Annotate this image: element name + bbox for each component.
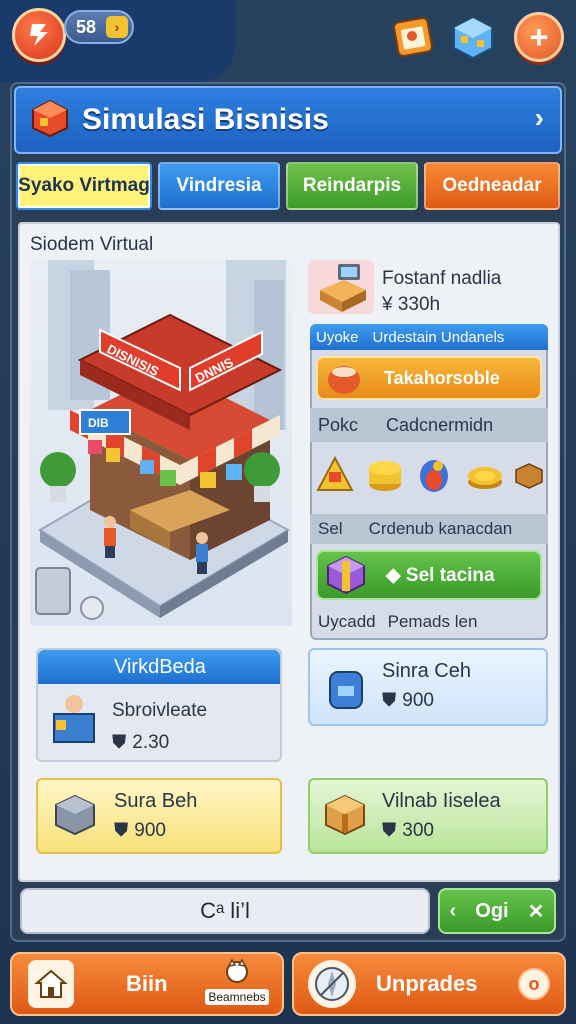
sell-button[interactable]: ◆ Sel tacina bbox=[316, 550, 542, 600]
card-price-row: ⛊ 900 bbox=[382, 690, 434, 712]
register-icon[interactable] bbox=[308, 260, 374, 314]
shop-card-sura-beh[interactable]: Sura Beh ⛊ 900 bbox=[36, 778, 282, 854]
shop-card-vilnab-iiselea[interactable]: Vilnab Iiselea ⛊ 300 bbox=[308, 778, 548, 854]
panel-title-bar: Simulasi Bisnisis › bbox=[14, 86, 562, 154]
coin-counter[interactable]: 58 › bbox=[64, 10, 134, 44]
page-title: Simulasi Bisnisis bbox=[82, 103, 329, 136]
cube-logo-icon bbox=[30, 98, 70, 143]
chevron-right-icon[interactable]: › bbox=[535, 102, 544, 134]
card-item-name: Sbroivleate bbox=[112, 700, 208, 721]
nav-button-upgrades[interactable]: Unprades o bbox=[292, 952, 566, 1016]
gem-icon: ⛊ bbox=[114, 820, 129, 841]
tab-syako-virtmag[interactable]: Syako Virtmag bbox=[16, 162, 152, 210]
close-icon: ✕ bbox=[527, 900, 545, 923]
svg-text:DIB: DIB bbox=[88, 416, 109, 430]
ok-button[interactable]: ‹ Ogi ✕ bbox=[438, 888, 556, 934]
coin-amount: 58 bbox=[76, 16, 97, 37]
home-icon bbox=[28, 960, 74, 1008]
upgrade-footer-left: Uycadd bbox=[318, 612, 376, 631]
cube-icon[interactable] bbox=[448, 12, 498, 62]
chevron-right-icon: › bbox=[106, 16, 128, 38]
section-label: Siodem Virtual bbox=[30, 234, 154, 255]
tab-reindarpis[interactable]: Reindarpis bbox=[286, 162, 418, 210]
crate-icon[interactable] bbox=[514, 460, 544, 495]
card-title: Sura Beh bbox=[114, 790, 198, 812]
cat-icon bbox=[224, 958, 250, 989]
tab-oedneadar[interactable]: Oedneadar bbox=[424, 162, 560, 210]
card-price: 900 bbox=[134, 820, 166, 841]
card-title: Sinra Ceh bbox=[382, 660, 471, 682]
schedule-icon[interactable] bbox=[388, 12, 438, 62]
upgrade-header-left: Uyoke bbox=[316, 328, 359, 346]
row-label-left: Pokc bbox=[318, 414, 359, 435]
gem-icon: ⛊ bbox=[112, 732, 127, 753]
cat-badge: Beamnebs bbox=[202, 958, 272, 1005]
card-price: 2.30 bbox=[132, 732, 170, 753]
upgrade-footer: Uycadd Pemads len bbox=[310, 606, 548, 638]
card-title: Vilnab Iiselea bbox=[382, 790, 501, 812]
upgrade-header: Uyoke Urdestain Undanels bbox=[310, 324, 548, 350]
warning-sign-icon[interactable] bbox=[314, 454, 356, 501]
tab-bar: Syako Virtmag Vindresia Reindarpis Oedne… bbox=[14, 162, 562, 214]
upgrade-button[interactable]: Takahorsoble bbox=[316, 356, 542, 400]
vendor-stall-icon bbox=[48, 690, 100, 751]
nav-label: Unprades bbox=[376, 971, 478, 996]
shop-card-virkdbeda[interactable]: VirkdBeda Sbroivleate ⛊ 2.30 bbox=[36, 648, 282, 762]
cardboard-box-icon bbox=[322, 792, 368, 843]
shop-scene[interactable]: DISNISIS DNNIS DIB bbox=[30, 260, 292, 626]
shop-card-sinra-ceh[interactable]: Sinra Ceh ⛊ 900 bbox=[308, 648, 548, 726]
card-price: 900 bbox=[402, 690, 434, 711]
item-row bbox=[314, 446, 544, 508]
logo-icon[interactable] bbox=[12, 8, 66, 62]
sell-button-label: ◆ Sel tacina bbox=[386, 564, 495, 586]
nav-button-biin[interactable]: Biin Beamnebs bbox=[10, 952, 284, 1016]
nav-label: Biin bbox=[126, 971, 168, 996]
row-label-right: Cadcnermidn bbox=[386, 414, 494, 435]
parrot-icon[interactable] bbox=[414, 454, 456, 501]
gem-icon: ⛊ bbox=[382, 690, 397, 711]
upgrade-header-right: Urdestain Undanels bbox=[372, 328, 505, 346]
upgrade-footer-right: Pemads len bbox=[387, 612, 478, 631]
row2-label-left: Sel bbox=[318, 519, 343, 538]
coin-icon[interactable] bbox=[464, 454, 506, 501]
ok-button-label: Ogi bbox=[475, 899, 509, 922]
compass-icon bbox=[308, 960, 356, 1008]
card-price-row: ⛊ 900 bbox=[114, 820, 166, 842]
cat-badge-label: Beamnebs bbox=[205, 989, 269, 1005]
gem-icon: ⛊ bbox=[382, 820, 397, 841]
product-name: Fostanf nadlia bbox=[382, 268, 502, 289]
business-panel: Simulasi Bisnisis › Syako Virtmag Vindre… bbox=[10, 82, 566, 942]
coin-stack-icon[interactable] bbox=[364, 454, 406, 501]
backpack-icon bbox=[324, 662, 368, 717]
product-price: ¥ 330h bbox=[382, 294, 441, 315]
top-bar: 58 › + bbox=[0, 0, 576, 82]
chat-field[interactable]: Cᵃ li’l bbox=[20, 888, 430, 934]
row2-label: Sel Crdenub kanacdan bbox=[310, 514, 548, 544]
card-price-row: ⛊ 300 bbox=[382, 820, 434, 842]
plus-icon[interactable]: + bbox=[514, 12, 564, 62]
bottom-action-bar: Cᵃ li’l ‹ Ogi ✕ bbox=[10, 884, 566, 940]
tab-vindresia[interactable]: Vindresia bbox=[158, 162, 280, 210]
card-title: VirkdBeda bbox=[38, 650, 280, 684]
pot-icon bbox=[322, 358, 366, 398]
metal-crate-icon bbox=[52, 792, 98, 843]
content-area: Siodem Virtual DISNISIS DNNIS DIB Fostan… bbox=[18, 222, 560, 882]
chevron-left-icon: ‹ bbox=[449, 899, 457, 922]
gift-box-icon bbox=[324, 553, 368, 597]
upgrade-button-label: Takahorsoble bbox=[384, 367, 500, 388]
badge-icon: o bbox=[518, 968, 550, 1000]
card-price: 300 bbox=[402, 820, 434, 841]
row2-label-right: Crdenub kanacdan bbox=[368, 519, 513, 538]
card-price-row: ⛊ 2.30 bbox=[112, 732, 169, 754]
row-label: Pokc Cadcnermidn bbox=[310, 408, 548, 442]
